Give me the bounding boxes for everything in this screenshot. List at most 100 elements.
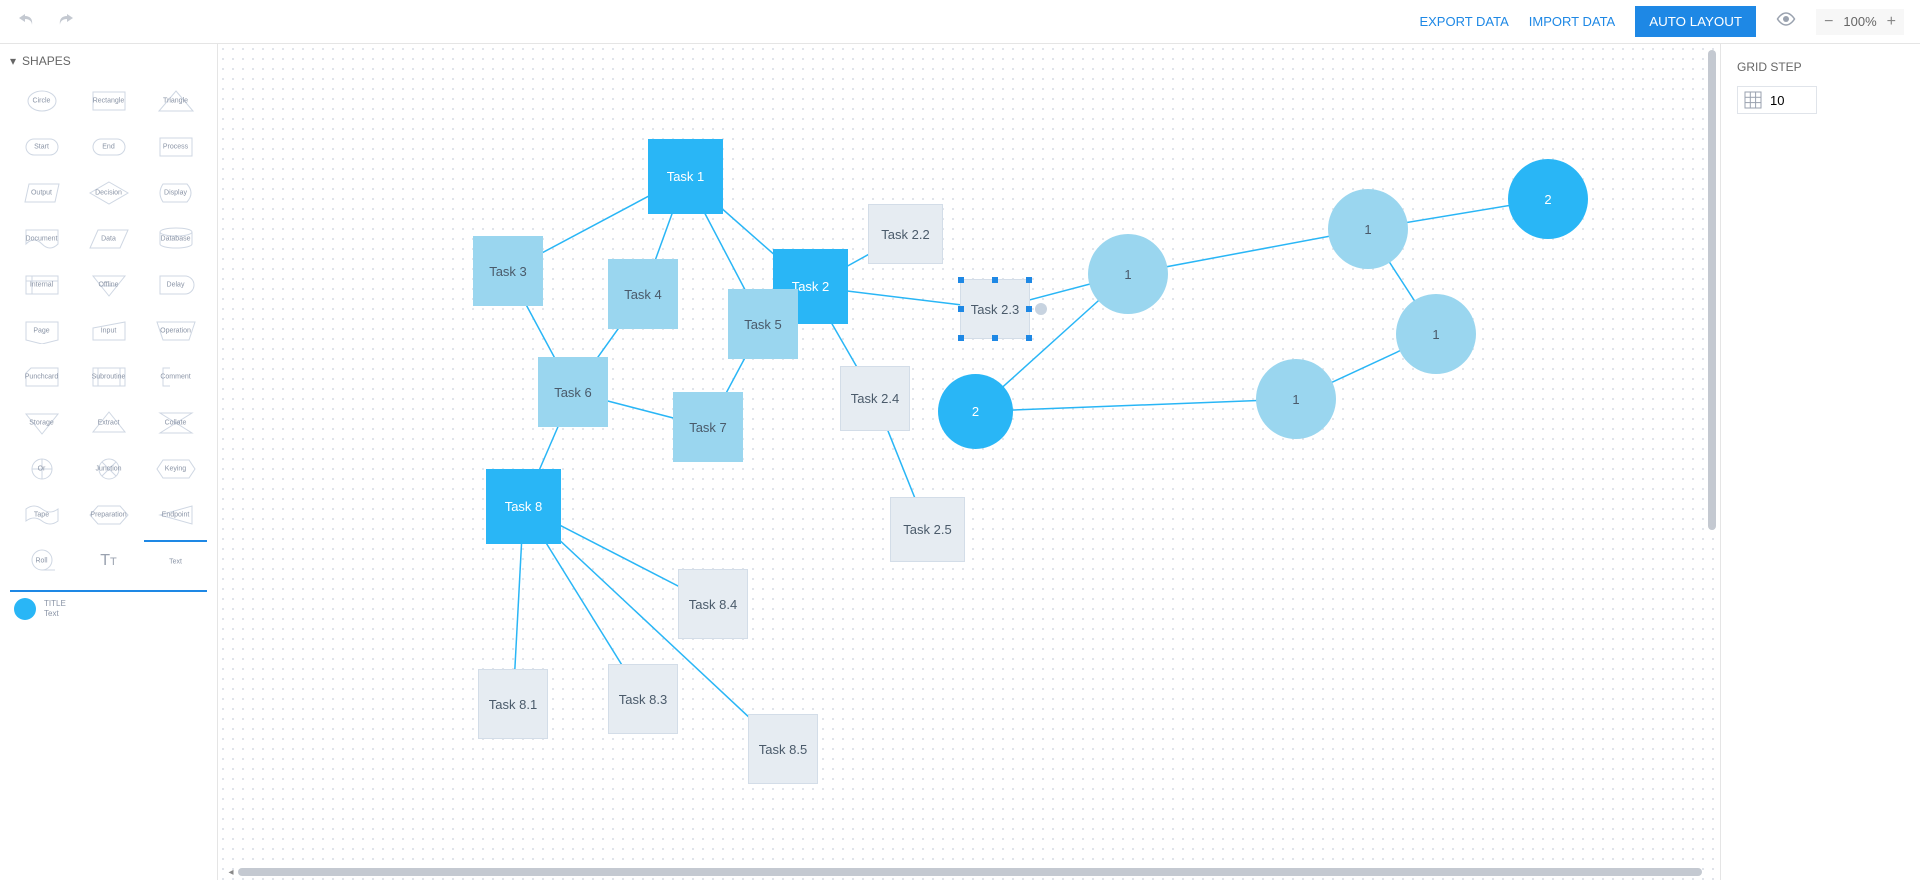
zoom-in-button[interactable]: + (1887, 13, 1896, 31)
canvas-area: Task 1Task 2Task 2.2Task 2.3Task 2.4Task… (218, 44, 1720, 880)
resize-handle[interactable] (1026, 277, 1032, 283)
shape-label: Roll (35, 558, 47, 565)
node-t6[interactable]: Task 6 (538, 357, 608, 427)
chevron-down-icon: ▾ (10, 54, 16, 68)
resize-handle[interactable] (958, 335, 964, 341)
shape-input[interactable]: Input (77, 310, 140, 352)
scroll-left-icon[interactable]: ◂ (224, 866, 238, 878)
export-data-button[interactable]: EXPORT DATA (1419, 14, 1508, 29)
resize-handle[interactable] (1026, 306, 1032, 312)
node-label: Task 8.1 (489, 697, 537, 712)
shape-delay[interactable]: Delay (144, 264, 207, 306)
node-t84[interactable]: Task 8.4 (678, 569, 748, 639)
node-t3[interactable]: Task 3 (473, 236, 543, 306)
import-data-button[interactable]: IMPORT DATA (1529, 14, 1615, 29)
node-t25[interactable]: Task 2.5 (890, 497, 965, 562)
node-c1a[interactable]: 1 (1088, 234, 1168, 314)
shape-start[interactable]: Start (10, 126, 73, 168)
circle-icon (14, 598, 36, 620)
zoom-out-button[interactable]: − (1824, 13, 1833, 31)
shape-circle[interactable]: Circle (10, 80, 73, 122)
shape-tt[interactable]: TTTt (77, 540, 140, 582)
node-c1d[interactable]: 1 (1256, 359, 1336, 439)
shape-punchcard[interactable]: Punchcard (10, 356, 73, 398)
shape-label: Delay (167, 282, 185, 289)
shape-label: Endpoint (162, 512, 190, 519)
node-label: Task 8 (505, 499, 543, 514)
scrollbar-horizontal[interactable]: ◂ (224, 866, 1702, 878)
undo-icon[interactable] (16, 11, 36, 32)
shape-extract[interactable]: Extract (77, 402, 140, 444)
node-t5[interactable]: Task 5 (728, 289, 798, 359)
shape-document[interactable]: Document (10, 218, 73, 260)
custom-shape-item[interactable]: TITLE Text (10, 590, 207, 626)
shape-endpoint[interactable]: Endpoint (144, 494, 207, 536)
resize-handle[interactable] (958, 306, 964, 312)
shape-keying[interactable]: Keying (144, 448, 207, 490)
shape-page[interactable]: Page (10, 310, 73, 352)
node-t85[interactable]: Task 8.5 (748, 714, 818, 784)
node-t1[interactable]: Task 1 (648, 139, 723, 214)
shape-text[interactable]: Text (144, 540, 207, 582)
shape-comment[interactable]: Comment (144, 356, 207, 398)
rotate-handle[interactable] (1035, 303, 1047, 315)
scrollbar-thumb[interactable] (1708, 50, 1716, 530)
shape-triangle[interactable]: Triangle (144, 80, 207, 122)
node-c2a[interactable]: 2 (938, 374, 1013, 449)
shape-junction[interactable]: Junction (77, 448, 140, 490)
resize-handle[interactable] (992, 335, 998, 341)
shape-label: Comment (160, 374, 190, 381)
node-c1c[interactable]: 1 (1396, 294, 1476, 374)
shape-rectangle[interactable]: Rectangle (77, 80, 140, 122)
shape-collate[interactable]: Collate (144, 402, 207, 444)
grid-icon (1744, 91, 1762, 109)
grid-step-input[interactable] (1770, 93, 1810, 108)
shape-label: Tape (34, 512, 49, 519)
scrollbar-thumb[interactable] (238, 868, 1702, 876)
node-label: 1 (1124, 267, 1131, 282)
node-t23[interactable]: Task 2.3 (960, 279, 1030, 339)
shape-decision[interactable]: Decision (77, 172, 140, 214)
diagram-canvas[interactable]: Task 1Task 2Task 2.2Task 2.3Task 2.4Task… (218, 44, 1720, 880)
shape-internal[interactable]: Internal (10, 264, 73, 306)
shape-display[interactable]: Display (144, 172, 207, 214)
shape-label: Internal (30, 282, 53, 289)
resize-handle[interactable] (1026, 335, 1032, 341)
shape-data[interactable]: Data (77, 218, 140, 260)
grid-step-field[interactable] (1737, 86, 1817, 114)
shape-label: Or (38, 466, 46, 473)
zoom-control: − 100% + (1816, 9, 1904, 35)
node-c1b[interactable]: 1 (1328, 189, 1408, 269)
redo-icon[interactable] (56, 11, 76, 32)
shape-label: Start (34, 144, 49, 151)
shape-operation[interactable]: Operation (144, 310, 207, 352)
node-t8[interactable]: Task 8 (486, 469, 561, 544)
scrollbar-vertical[interactable] (1706, 50, 1718, 862)
node-t24[interactable]: Task 2.4 (840, 366, 910, 431)
node-t7[interactable]: Task 7 (673, 392, 743, 462)
shape-roll[interactable]: Roll (10, 540, 73, 582)
shape-end[interactable]: End (77, 126, 140, 168)
node-t81[interactable]: Task 8.1 (478, 669, 548, 739)
shape-preparation[interactable]: Preparation (77, 494, 140, 536)
preview-icon[interactable] (1776, 12, 1796, 31)
resize-handle[interactable] (992, 277, 998, 283)
shape-or[interactable]: Or (10, 448, 73, 490)
node-t22[interactable]: Task 2.2 (868, 204, 943, 264)
node-label: 1 (1292, 392, 1299, 407)
resize-handle[interactable] (958, 277, 964, 283)
shape-tape[interactable]: Tape (10, 494, 73, 536)
shape-database[interactable]: Database (144, 218, 207, 260)
shapes-header[interactable]: ▾ SHAPES (10, 54, 207, 68)
shape-offline[interactable]: Offline (77, 264, 140, 306)
shape-process[interactable]: Process (144, 126, 207, 168)
shape-subroutine[interactable]: Subroutine (77, 356, 140, 398)
shape-label: Circle (33, 98, 51, 105)
node-c2b[interactable]: 2 (1508, 159, 1588, 239)
auto-layout-button[interactable]: AUTO LAYOUT (1635, 6, 1756, 37)
node-t83[interactable]: Task 8.3 (608, 664, 678, 734)
node-t4[interactable]: Task 4 (608, 259, 678, 329)
shape-output[interactable]: Output (10, 172, 73, 214)
shape-label: Data (101, 236, 116, 243)
shape-storage[interactable]: Storage (10, 402, 73, 444)
